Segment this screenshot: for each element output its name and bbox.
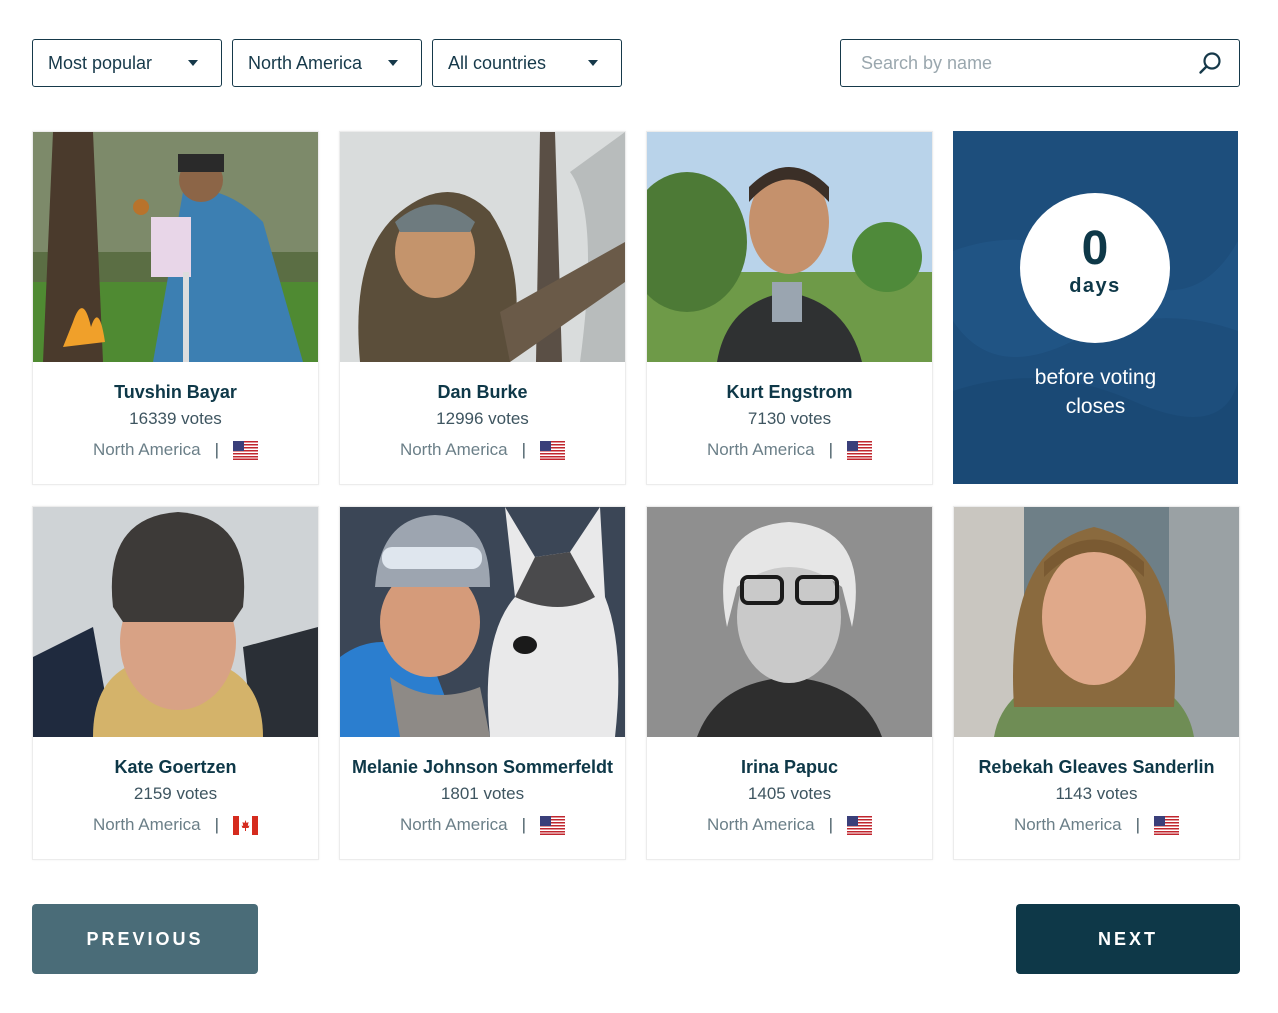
candidate-region: North America [1013, 815, 1122, 834]
candidate-card[interactable]: Kate Goertzen 2159 votes North America | [32, 506, 319, 860]
candidate-votes: 2159 votes [133, 784, 218, 803]
candidate-location: North America | [954, 815, 1239, 835]
candidate-name: Tuvshin Bayar [114, 382, 237, 402]
candidate-photo [33, 132, 318, 362]
voting-countdown: 0 days before voting closes [953, 131, 1238, 484]
us-flag-icon [847, 440, 873, 460]
next-button[interactable]: NEXT [1016, 904, 1240, 974]
candidate-location: North America | [33, 815, 318, 835]
sort-dropdown-label: Most popular [48, 52, 153, 73]
candidate-location: North America | [340, 440, 625, 460]
country-dropdown-label: All countries [448, 52, 547, 73]
previous-button[interactable]: PREVIOUS [32, 904, 258, 974]
candidate-card[interactable]: Melanie Johnson Sommerfeldt 1801 votes N… [339, 506, 626, 860]
candidate-votes: 1405 votes [747, 784, 832, 803]
candidate-region: North America [92, 815, 201, 834]
canada-flag-icon [233, 815, 259, 835]
separator: | [521, 815, 527, 834]
caret-down-icon [588, 60, 598, 66]
caret-down-icon [188, 60, 198, 66]
separator: | [214, 440, 220, 459]
candidate-photo [954, 507, 1239, 737]
separator: | [214, 815, 220, 834]
candidate-location: North America | [33, 440, 318, 460]
region-dropdown[interactable]: North America [232, 39, 422, 87]
candidate-region: North America [399, 815, 508, 834]
candidate-votes: 7130 votes [747, 409, 832, 428]
search-input[interactable] [841, 40, 1197, 86]
candidate-region: North America [399, 440, 508, 459]
candidate-name: Dan Burke [437, 382, 528, 402]
separator: | [521, 440, 527, 459]
candidate-votes: 1143 votes [1055, 784, 1138, 803]
candidate-name: Kurt Engstrom [726, 382, 853, 402]
candidate-card[interactable]: Irina Papuc 1405 votes North America | [646, 506, 933, 860]
candidate-region: North America [92, 440, 201, 459]
candidate-card[interactable]: Dan Burke 12996 votes North America | [339, 131, 626, 485]
candidate-location: North America | [647, 815, 932, 835]
candidate-location: North America | [647, 440, 932, 460]
candidate-photo [340, 132, 625, 362]
candidate-name: Melanie Johnson Sommerfeldt [351, 757, 614, 777]
countdown-caption-line2: closes [1065, 395, 1126, 418]
candidate-votes: 1801 votes [440, 784, 525, 803]
candidate-photo [340, 507, 625, 737]
us-flag-icon [1154, 815, 1180, 835]
us-flag-icon [540, 815, 566, 835]
us-flag-icon [540, 440, 566, 460]
candidate-card[interactable]: Kurt Engstrom 7130 votes North America | [646, 131, 933, 485]
candidate-photo [33, 507, 318, 737]
candidate-photo [647, 132, 932, 362]
candidate-location: North America | [340, 815, 625, 835]
countdown-number: 0 [1081, 222, 1109, 275]
separator: | [1135, 815, 1141, 834]
search-box [840, 39, 1240, 87]
countdown-unit: days [1069, 275, 1121, 297]
countdown-caption-line1: before voting [1034, 366, 1157, 389]
candidate-votes: 16339 votes [129, 409, 222, 428]
separator: | [828, 815, 834, 834]
candidate-name: Rebekah Gleaves Sanderlin [978, 757, 1215, 777]
search-icon[interactable] [1197, 50, 1223, 76]
candidate-name: Irina Papuc [740, 757, 839, 777]
candidate-photo [647, 507, 932, 737]
country-dropdown[interactable]: All countries [432, 39, 622, 87]
region-dropdown-label: North America [248, 52, 363, 73]
candidate-votes: 12996 votes [436, 409, 529, 428]
countdown-caption: before voting closes [953, 363, 1238, 421]
candidate-region: North America [706, 440, 815, 459]
candidate-card[interactable]: Rebekah Gleaves Sanderlin 1143 votes Nor… [953, 506, 1240, 860]
sort-dropdown[interactable]: Most popular [32, 39, 222, 87]
separator: | [828, 440, 834, 459]
us-flag-icon [847, 815, 873, 835]
countdown-circle: 0 days [1020, 193, 1170, 343]
us-flag-icon [233, 440, 259, 460]
candidate-card[interactable]: Tuvshin Bayar 16339 votes North America … [32, 131, 319, 485]
caret-down-icon [388, 60, 398, 66]
candidate-region: North America [706, 815, 815, 834]
filter-bar: Most popular North America All countries [32, 39, 1240, 87]
candidate-name: Kate Goertzen [114, 757, 237, 777]
